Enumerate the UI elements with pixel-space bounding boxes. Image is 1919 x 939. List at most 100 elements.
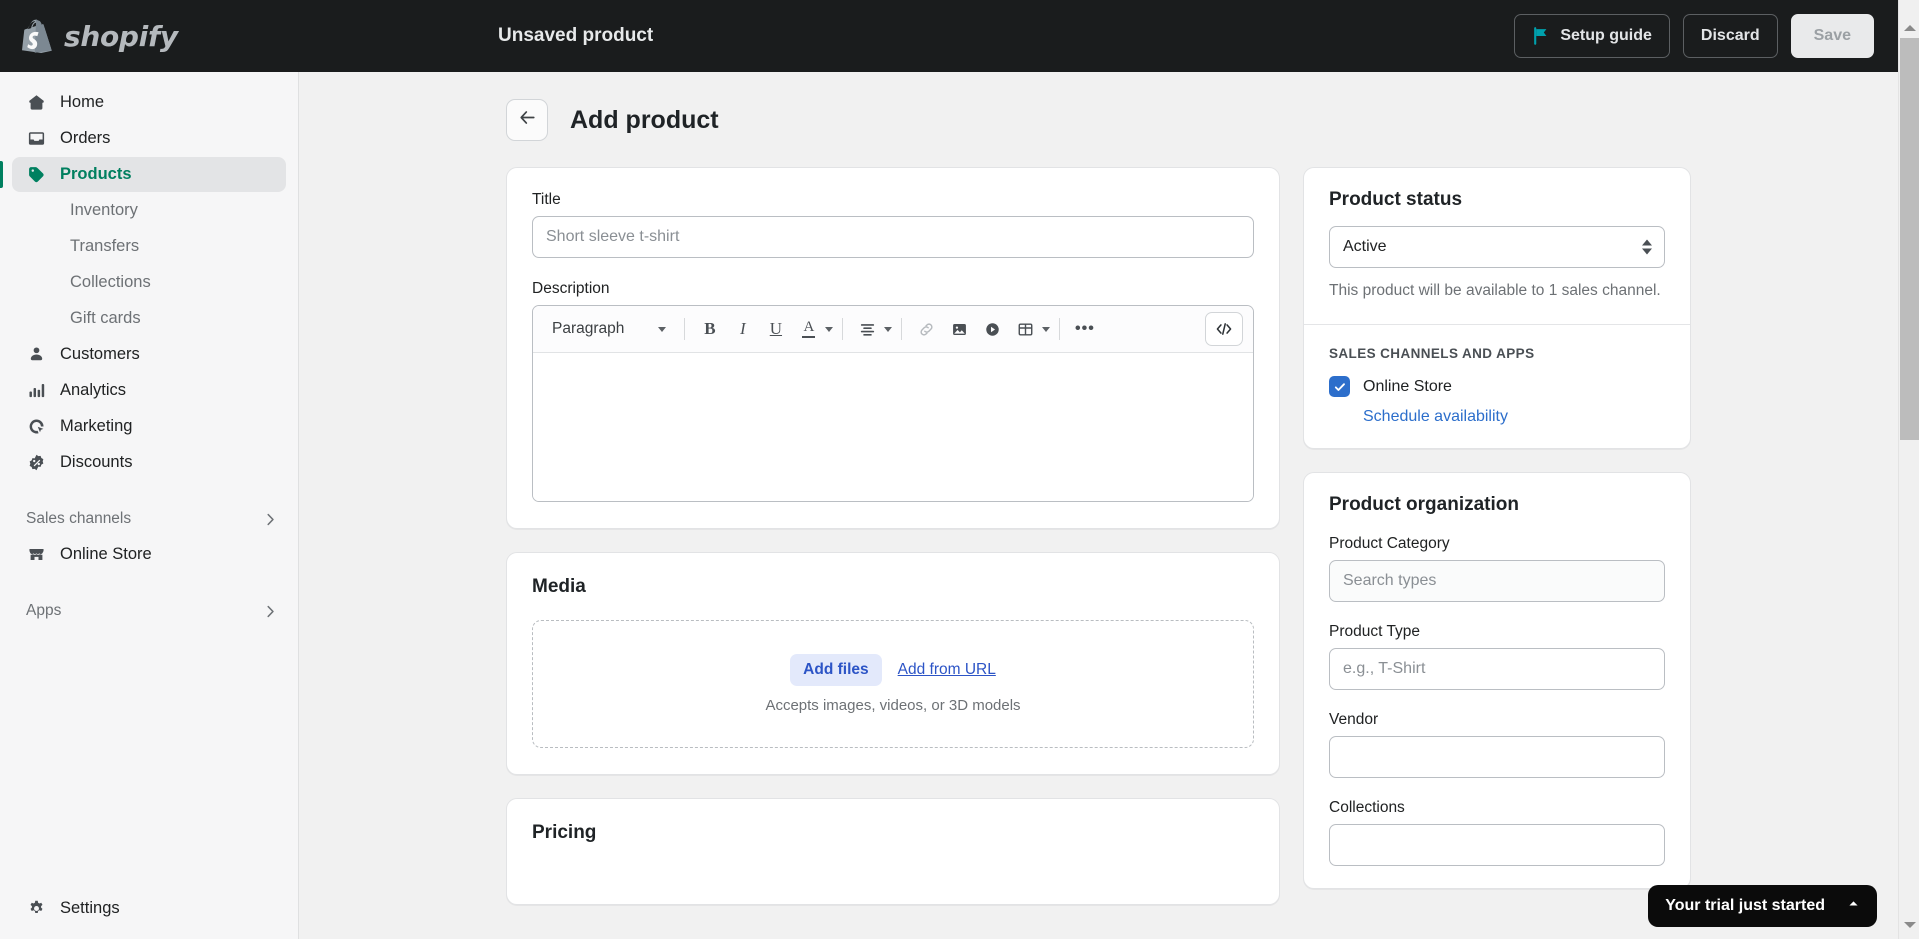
save-label: Save [1813,27,1851,44]
text-color-button[interactable]: A [793,314,834,345]
title-field-label: Title [532,191,561,208]
orders-inbox-icon [26,128,47,149]
checkbox-checked-icon[interactable] [1329,376,1350,398]
add-from-url-link[interactable]: Add from URL [898,661,996,679]
product-status-select[interactable]: Active [1329,226,1665,268]
select-stepper-icon [1642,239,1652,255]
product-status-select-wrap: Active [1329,226,1665,268]
vendor-label: Vendor [1329,711,1379,729]
collections-label: Collections [1329,799,1405,817]
sidebar-item-products[interactable]: Products [0,157,286,192]
media-card-title: Media [532,576,586,597]
sidebar-item-home[interactable]: Home [12,85,286,120]
chevron-right-icon [263,512,278,527]
align-button[interactable] [852,314,893,345]
bold-icon[interactable]: B [694,314,725,345]
title-input[interactable] [532,216,1254,258]
pricing-card: Pricing [506,798,1280,905]
align-icon [852,314,883,345]
trial-banner[interactable]: Your trial just started [1648,885,1877,927]
sidebar-subitem-inventory[interactable]: Inventory [12,193,286,228]
sidebar-subitem-label: Inventory [70,201,138,219]
page-scrollbar[interactable] [1898,0,1919,939]
product-status-title: Product status [1329,189,1463,210]
add-files-button[interactable]: Add files [790,654,882,686]
sidebar-item-label: Home [60,93,105,111]
sidebar-section-apps[interactable]: Apps [12,594,286,628]
sidebar-subitem-transfers[interactable]: Transfers [12,229,286,264]
sidebar-subitem-collections[interactable]: Collections [12,265,286,300]
trial-banner-label: Your trial just started [1665,897,1825,914]
product-details-card: Title Description Paragraph B I [506,167,1280,529]
main-content: Add product Title Description Paragraph [300,72,1898,939]
sidebar-item-discounts[interactable]: Discounts [12,445,286,480]
chevron-down-icon [825,326,834,332]
editor-toolbar: Paragraph B I U A ••• [533,306,1253,353]
product-status-helper: This product will be available to 1 sale… [1329,282,1661,299]
scroll-down-arrow-icon[interactable] [1899,915,1919,935]
gear-icon [26,898,47,919]
media-dropzone[interactable]: Add files Add from URL Accepts images, v… [532,620,1254,748]
vendor-input[interactable] [1329,736,1665,779]
description-textarea[interactable] [533,353,1253,501]
sidebar-section-label: Apps [26,602,62,619]
sidebar-subitem-label: Transfers [70,237,140,255]
shopify-brand[interactable]: shopify [22,19,298,54]
sidebar-item-customers[interactable]: Customers [12,337,286,372]
flag-icon [1532,27,1550,45]
code-view-icon[interactable] [1205,312,1243,346]
home-icon [26,92,47,113]
sidebar-item-online-store[interactable]: Online Store [12,537,286,572]
sidebar-item-label: Customers [60,345,140,363]
sidebar-subitem-label: Collections [70,273,151,291]
top-bar: shopify Unsaved product Setup guide Disc… [0,0,1898,72]
sidebar-item-settings[interactable]: Settings [12,891,286,926]
sidebar-item-label: Discounts [60,453,133,471]
content-columns: Title Description Paragraph B I [506,167,1898,928]
scroll-up-arrow-icon[interactable] [1899,18,1919,38]
toolbar-divider [842,318,844,340]
description-editor: Paragraph B I U A ••• [532,305,1254,502]
chevron-up-icon [1847,897,1860,915]
media-actions: Add files Add from URL [790,654,996,686]
collections-input[interactable] [1329,824,1665,867]
block-format-select[interactable]: Paragraph [543,313,675,346]
right-column: Product status Active This product will … [1303,167,1691,928]
sidebar-subitem-gift-cards[interactable]: Gift cards [12,301,286,336]
image-icon[interactable] [944,314,975,345]
save-button[interactable]: Save [1790,14,1874,58]
online-store-label: Online Store [1363,377,1452,395]
toolbar-divider [684,318,686,340]
setup-guide-button[interactable]: Setup guide [1514,14,1670,58]
sidebar: Home Orders Products Inventory Transfers… [0,72,299,939]
discard-button[interactable]: Discard [1682,14,1778,58]
product-type-input[interactable] [1329,648,1665,691]
schedule-availability-link[interactable]: Schedule availability [1363,408,1665,426]
italic-icon[interactable]: I [727,314,758,345]
pricing-card-title: Pricing [532,822,597,843]
back-button[interactable] [506,99,548,141]
discount-percent-icon [26,452,47,473]
underline-icon[interactable]: U [760,314,791,345]
page-title: Add product [570,105,719,134]
sidebar-section-label: Sales channels [26,510,132,527]
sidebar-item-analytics[interactable]: Analytics [12,373,286,408]
scrollbar-thumb[interactable] [1900,38,1919,440]
product-category-input[interactable] [1329,560,1665,603]
sales-channels-section: SALES CHANNELS AND APPS Online Store Sch… [1304,325,1690,448]
sidebar-item-marketing[interactable]: Marketing [12,409,286,444]
block-format-label: Paragraph [552,320,625,337]
video-icon[interactable] [977,314,1008,345]
sidebar-item-label: Orders [60,129,111,147]
link-icon[interactable] [911,314,942,345]
toolbar-divider [901,318,903,340]
product-category-label: Product Category [1329,535,1450,553]
storefront-icon [26,544,47,565]
online-store-checkbox-row[interactable]: Online Store [1329,376,1665,398]
more-options-icon[interactable]: ••• [1069,314,1100,345]
sidebar-item-orders[interactable]: Orders [12,121,286,156]
table-button[interactable] [1010,314,1051,345]
sidebar-item-label: Settings [60,899,120,917]
sidebar-section-sales-channels[interactable]: Sales channels [12,502,286,536]
